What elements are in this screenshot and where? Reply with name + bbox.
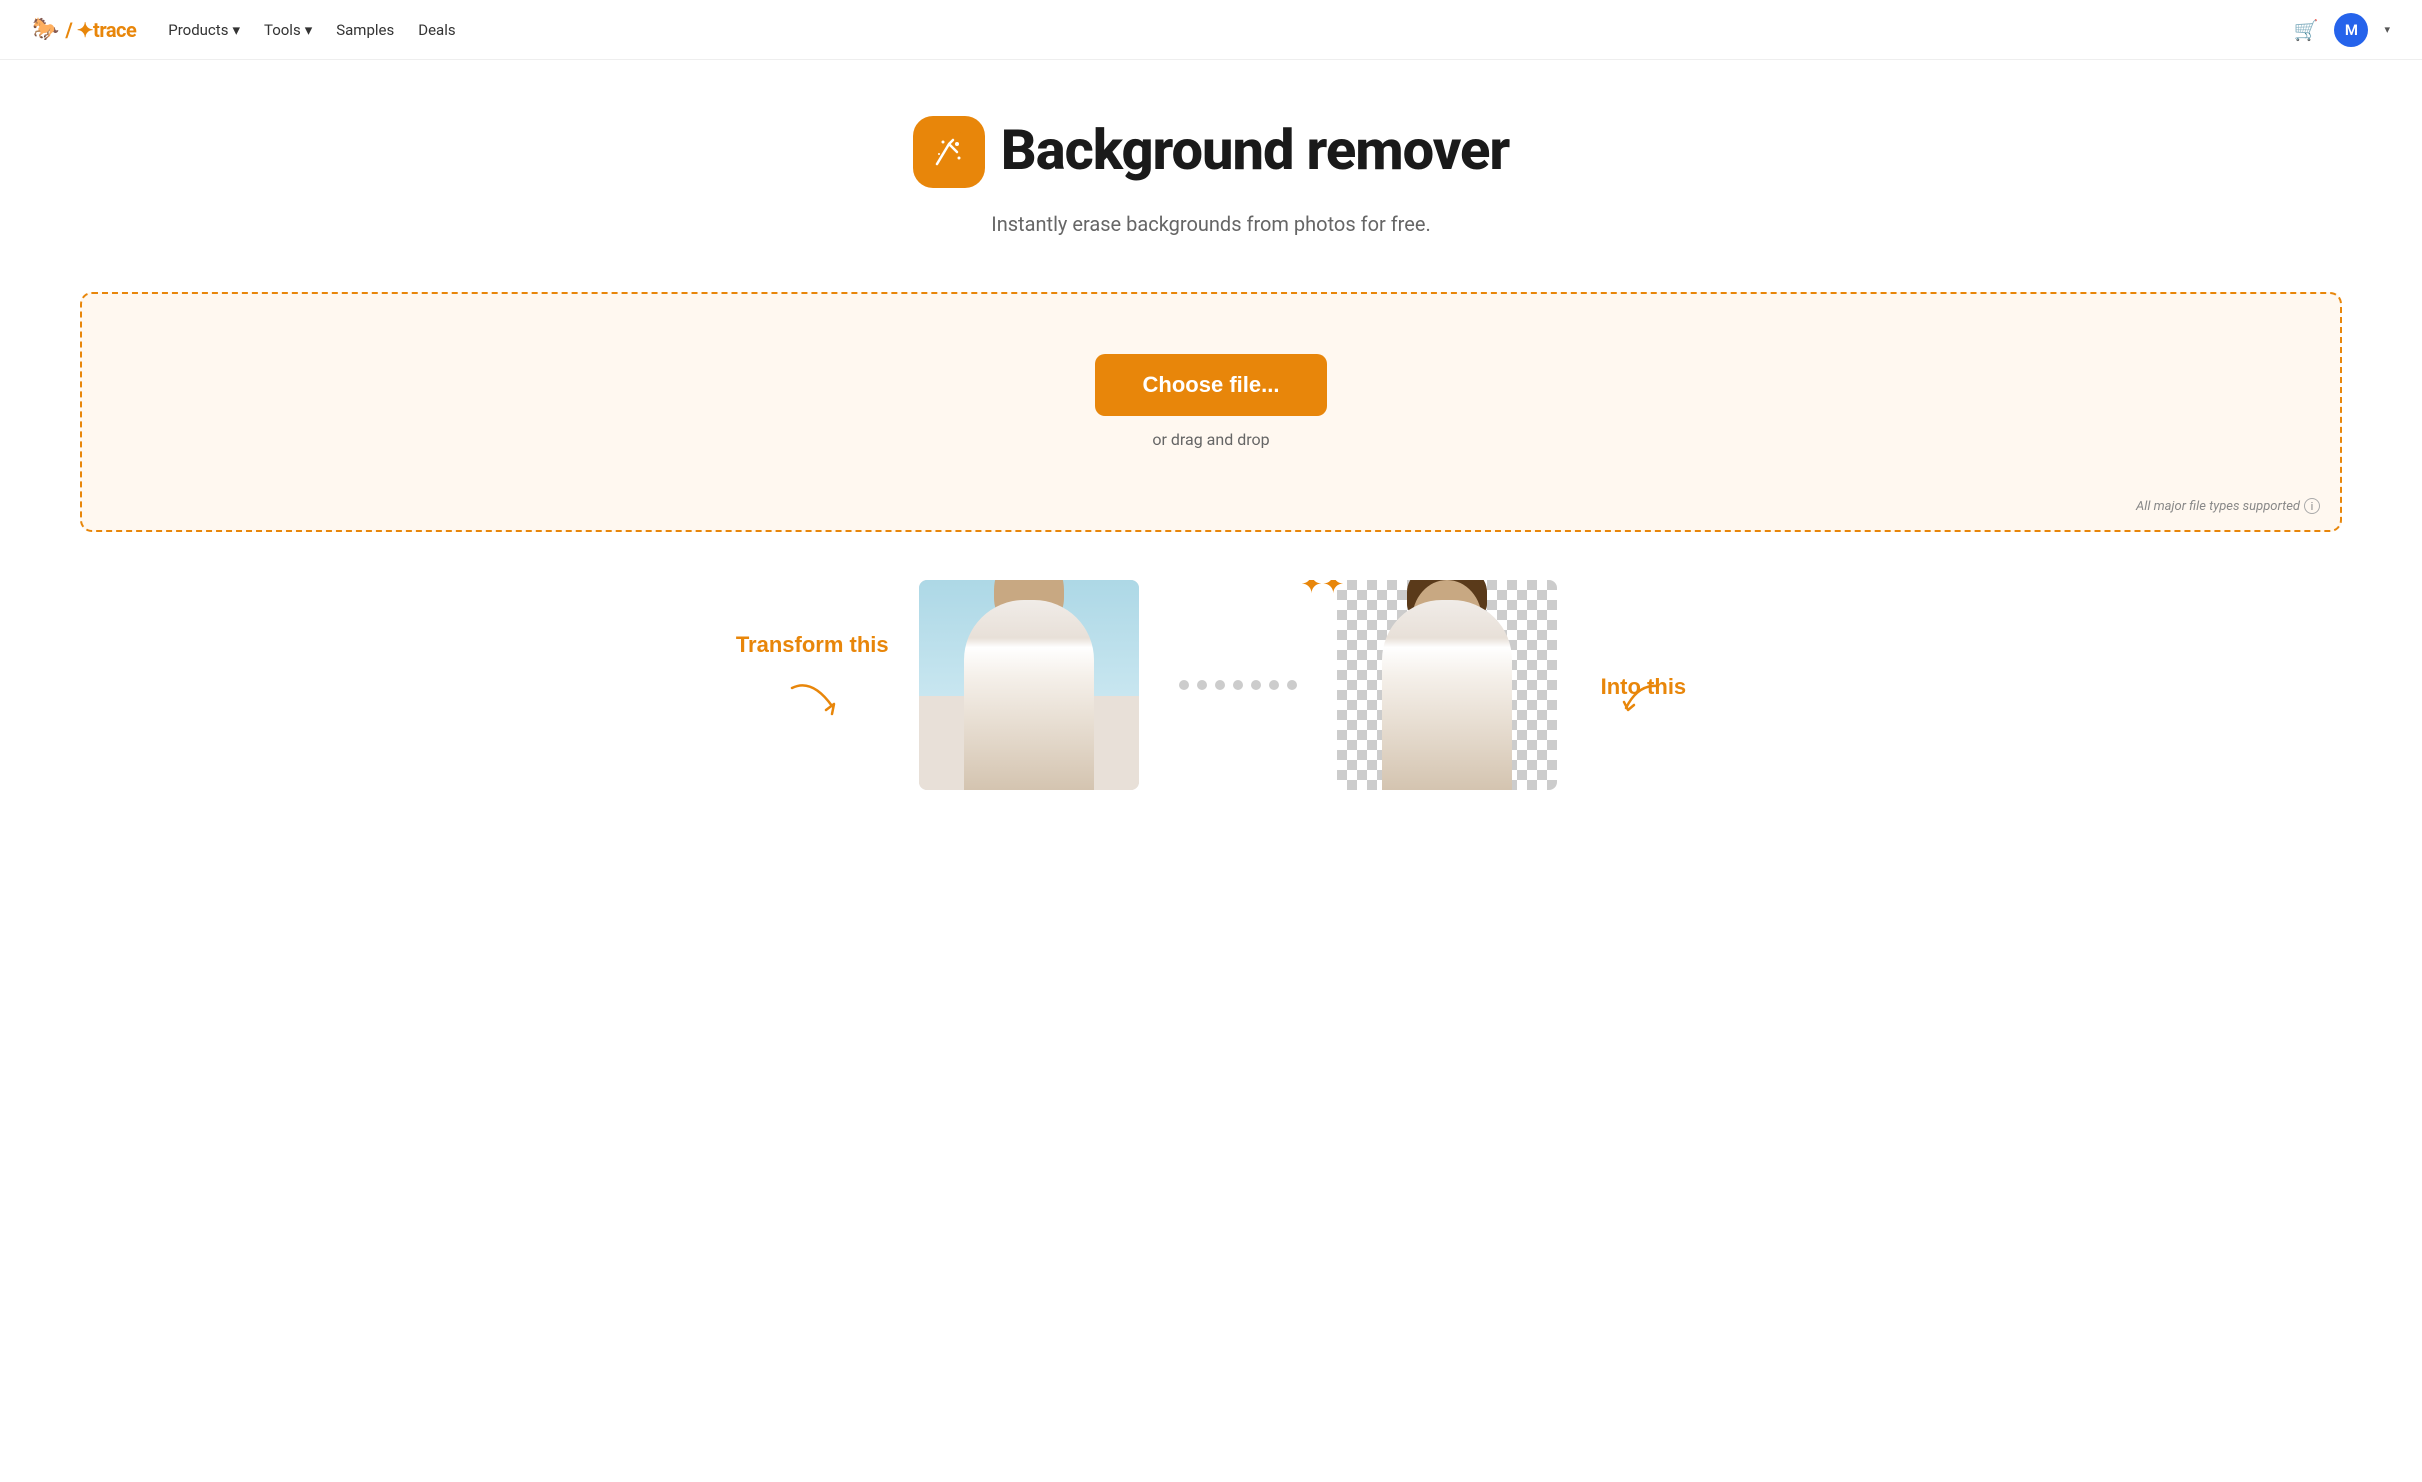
- hero-icon: [913, 116, 985, 188]
- dot-6: [1269, 680, 1279, 690]
- user-dropdown-arrow[interactable]: ▾: [2384, 23, 2390, 36]
- transform-this-label: Transform this: [736, 632, 889, 658]
- before-image: [919, 580, 1139, 790]
- navbar: 🐎 / ✦trace Products ▾ Tools ▾ Samples De…: [0, 0, 2422, 60]
- into-label-group: Into this: [1601, 654, 1687, 716]
- progress-dots: [1179, 680, 1297, 690]
- magic-wand-icon: [929, 132, 969, 172]
- transform-label-group: Transform this: [736, 652, 889, 718]
- hero-subtitle: Instantly erase backgrounds from photos …: [32, 212, 2390, 236]
- cart-icon[interactable]: 🛒: [2294, 18, 2319, 42]
- demo-section: Transform this ✦✦: [0, 580, 2422, 830]
- arrow-icon: [782, 678, 842, 718]
- after-image-wrapper: ✦✦: [1337, 580, 1557, 790]
- logo[interactable]: 🐎 / ✦trace: [32, 17, 136, 42]
- nav-links: Products ▾ Tools ▾ Samples Deals: [168, 21, 455, 39]
- nav-left: 🐎 / ✦trace Products ▾ Tools ▾ Samples De…: [32, 17, 456, 42]
- user-avatar[interactable]: M: [2334, 13, 2368, 47]
- chevron-down-icon: ▾: [305, 21, 313, 39]
- hero-section: Background remover Instantly erase backg…: [0, 60, 2422, 268]
- nav-tools[interactable]: Tools ▾: [264, 21, 312, 39]
- info-icon[interactable]: i: [2304, 498, 2320, 514]
- into-this-label: Into this: [1601, 674, 1687, 700]
- logo-text: / ✦trace: [65, 18, 136, 42]
- upload-section: Choose file... or drag and drop All majo…: [0, 268, 2422, 580]
- page-title: Background remover: [1001, 117, 1510, 183]
- file-types-note: All major file types supported i: [2136, 498, 2320, 514]
- dot-2: [1197, 680, 1207, 690]
- dot-7: [1287, 680, 1297, 690]
- dot-3: [1215, 680, 1225, 690]
- drag-drop-label: or drag and drop: [1152, 430, 1269, 449]
- horse-icon: 🐎: [32, 17, 59, 42]
- nav-products[interactable]: Products ▾: [168, 21, 240, 39]
- upload-dropzone[interactable]: Choose file... or drag and drop All majo…: [80, 292, 2342, 532]
- dot-5: [1251, 680, 1261, 690]
- choose-file-button[interactable]: Choose file...: [1095, 354, 1328, 416]
- dot-4: [1233, 680, 1243, 690]
- after-image: [1337, 580, 1557, 790]
- dot-1: [1179, 680, 1189, 690]
- nav-samples[interactable]: Samples: [336, 21, 394, 39]
- nav-right: 🛒 M ▾: [2294, 13, 2390, 47]
- nav-deals[interactable]: Deals: [418, 21, 455, 39]
- chevron-down-icon: ▾: [232, 21, 240, 39]
